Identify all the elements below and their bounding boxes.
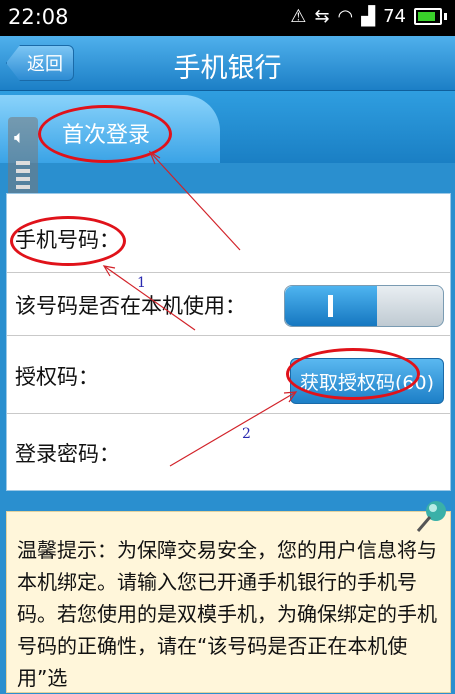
speaker-icon: 🔈︎: [14, 127, 25, 148]
title-bar: 返回 手机银行: [0, 36, 455, 91]
annotation-ellipse-get-code: [286, 348, 420, 400]
device-row: 该号码是否在本机使用：: [7, 272, 450, 336]
auth-label: 授权码：: [15, 365, 99, 389]
page-title: 手机银行: [173, 53, 282, 84]
password-label: 登录密码：: [15, 442, 120, 466]
signal-icon: ▟: [361, 6, 376, 27]
battery-level: 74: [383, 6, 406, 27]
warning-icon: ⚠: [290, 6, 307, 27]
status-time: 22:08: [8, 5, 69, 29]
status-bar: 22:08 ⚠ ⇆ ◠ ▟ 74: [0, 0, 455, 36]
device-label: 该号码是否在本机使用：: [15, 294, 246, 318]
status-icons: ⚠ ⇆ ◠ ▟ 74: [290, 6, 447, 27]
tips-panel: 温馨提示：为保障交易安全，您的用户信息将与本机绑定。请输入您已开通手机银行的手机…: [6, 511, 451, 693]
battery-icon: [414, 8, 442, 25]
annotation-ellipse-first-login: [38, 105, 172, 163]
password-row[interactable]: 登录密码：: [7, 413, 450, 489]
battery-tip: [444, 13, 447, 20]
pushpin-icon: [416, 501, 446, 532]
annotation-ellipse-phone: [10, 216, 126, 266]
usb-icon: ⇆: [314, 6, 330, 27]
annotation-number-1: 1: [137, 275, 146, 291]
annotation-number-2: 2: [242, 426, 251, 442]
device-toggle[interactable]: [284, 285, 444, 327]
wifi-icon: ◠: [337, 6, 354, 27]
toggle-knob: [328, 295, 333, 317]
tips-text: 温馨提示：为保障交易安全，您的用户信息将与本机绑定。请输入您已开通手机银行的手机…: [17, 538, 437, 690]
